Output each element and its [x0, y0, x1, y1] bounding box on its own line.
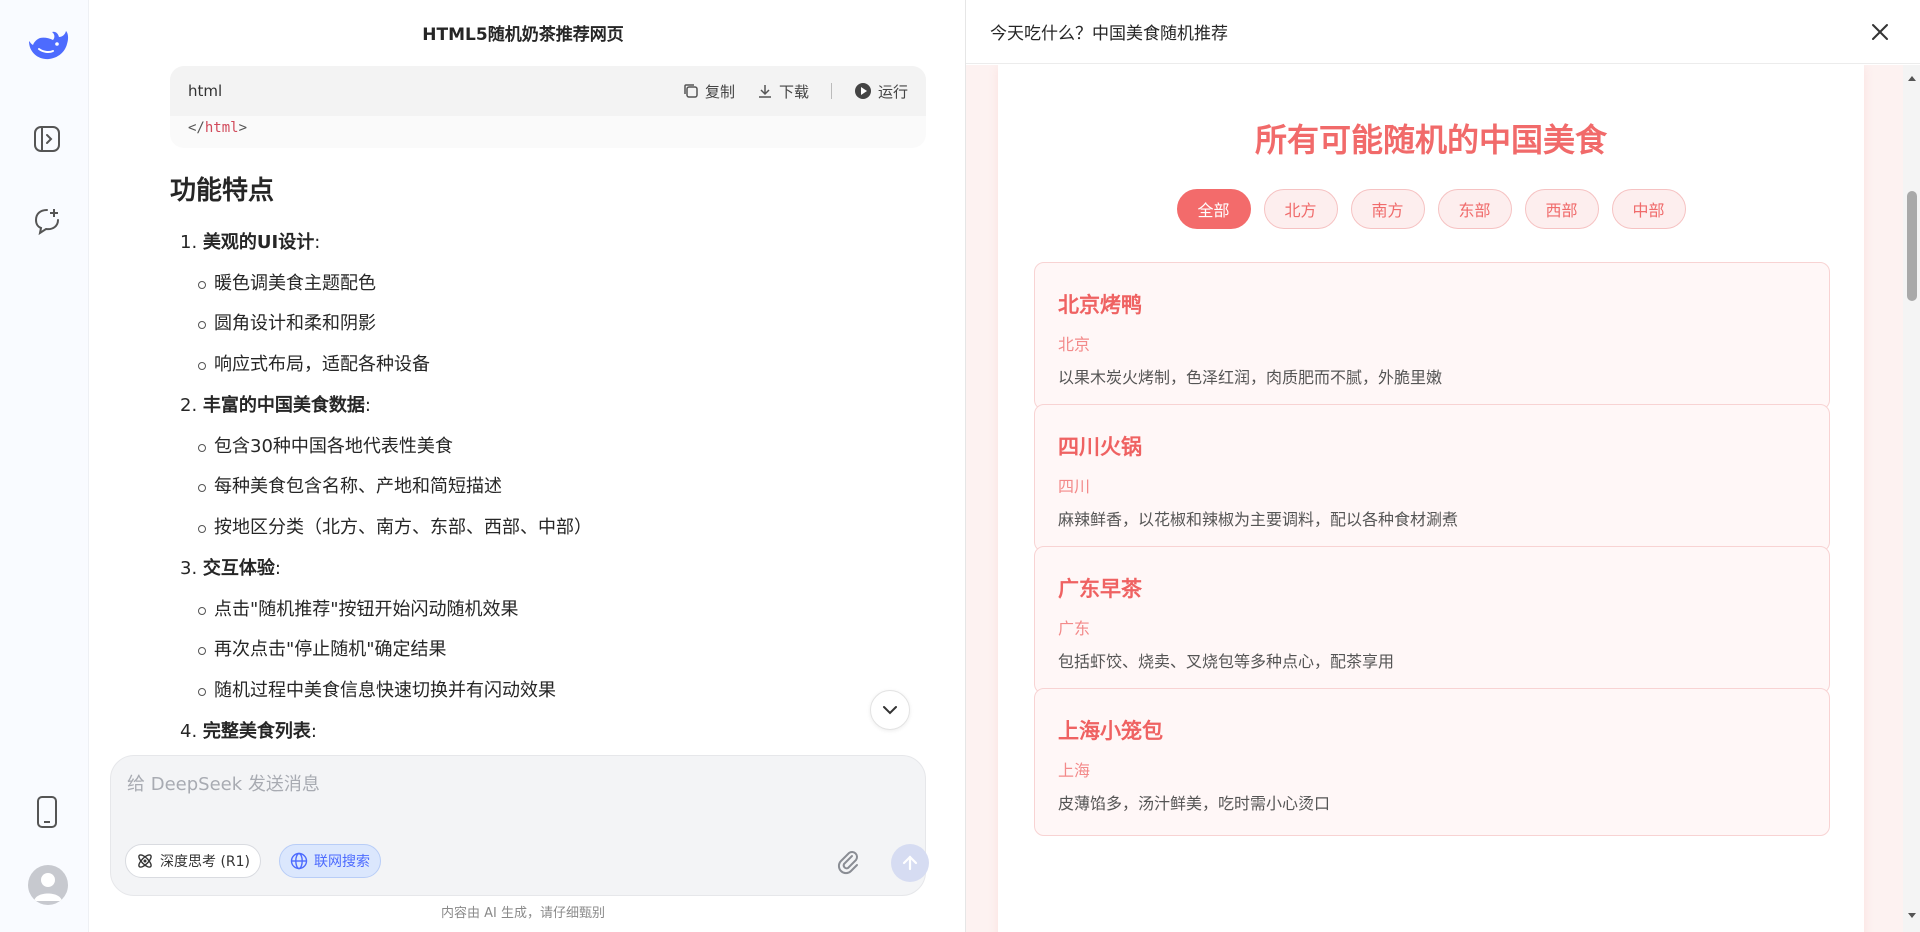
food-card: 北京烤鸭北京以果木炭火烤制，色泽红润，肉质肥而不腻，外脆里嫩 [1034, 262, 1830, 410]
atom-icon [138, 854, 152, 868]
code-tag-token: html [204, 120, 239, 136]
feature-title: 美观的UI设计 [202, 232, 315, 253]
food-description: 包括虾饺、烧卖、叉烧包等多种点心，配茶享用 [1058, 652, 1395, 671]
feature-colon: : [310, 720, 317, 742]
section-heading: 功能特点 [170, 176, 275, 206]
copy-button[interactable]: 复制 [683, 81, 735, 102]
copy-label: 复制 [704, 82, 735, 101]
left-rail [0, 0, 89, 932]
feature-number: 1. [180, 232, 198, 253]
feature-point: 包含30种中国各地代表性美食 [170, 427, 930, 468]
food-description: 皮薄馅多，汤汁鲜美，吃时需小心烫口 [1058, 794, 1331, 813]
code-block-header: html 复制 下载 运行 [170, 66, 926, 116]
code-block: html 复制 下载 运行 </html> [170, 66, 926, 148]
copy-icon [684, 84, 698, 98]
food-origin: 广东 [1058, 619, 1091, 638]
new-chat-icon[interactable] [30, 204, 64, 238]
code-token: </ [188, 120, 205, 136]
filter-button[interactable]: 南方 [1350, 189, 1425, 229]
preview-scrollbar[interactable] [1903, 65, 1920, 932]
food-name: 广东早茶 [1058, 577, 1142, 601]
food-origin: 北京 [1058, 335, 1091, 354]
chat-title: HTML5随机奶茶推荐网页 [422, 25, 624, 45]
feature-colon: : [274, 557, 281, 579]
food-card: 广东早茶广东包括虾饺、烧卖、叉烧包等多种点心，配茶享用 [1034, 546, 1830, 694]
feature-number: 4. [180, 720, 198, 742]
feature-point: 响应式布局，适配各种设备 [170, 345, 930, 386]
deepseek-logo-icon[interactable] [25, 27, 71, 63]
food-description: 麻辣鲜香，以花椒和辣椒为主要调料，配以各种食材涮煮 [1058, 510, 1459, 529]
food-description: 以果木炭火烤制，色泽红润，肉质肥而不腻，外脆里嫩 [1058, 368, 1443, 387]
code-token: > [238, 120, 248, 136]
filter-button[interactable]: 全部 [1176, 189, 1251, 229]
filter-button[interactable]: 西部 [1524, 189, 1599, 229]
feature-colon: : [364, 394, 371, 416]
close-icon[interactable] [1860, 12, 1900, 52]
food-name: 北京烤鸭 [1058, 293, 1142, 317]
message-input[interactable] [127, 770, 907, 820]
feature-title: 完整美食列表 [202, 720, 311, 742]
feature-item: 2. 丰富的中国美食数据: [170, 386, 930, 427]
message-content: 功能特点 1. 美观的UI设计: 暖色调美食主题配色 圆角设计和柔和阴影 响应式布局，… [170, 170, 930, 753]
feature-point: 按地区分类（北方、南方、东部、西部、中部） [170, 508, 930, 549]
sidebar-toggle-icon[interactable] [30, 122, 64, 156]
food-list-card: 所有可能随机的中国美食 全部 北方 南方 东部 西部 中部 北京烤鸭北京以果木炭火烤制，色… [998, 65, 1864, 932]
food-origin: 四川 [1058, 477, 1091, 496]
globe-icon [290, 852, 308, 870]
code-content: </html> [170, 116, 926, 140]
deep-think-toggle[interactable]: 深度思考 (R1) [125, 844, 262, 878]
chat-pane: HTML5随机奶茶推荐网页 html 复制 下载 运行 </html> 功能特点… [90, 0, 1043, 932]
run-label: 运行 [877, 82, 908, 101]
feature-list: 1. 美观的UI设计: 暖色调美食主题配色 圆角设计和柔和阴影 响应式布局，适配各种设… [170, 223, 930, 753]
send-button[interactable] [891, 844, 929, 882]
feature-point: 点击"随机推荐"按钮开始闪动随机效果 [170, 590, 930, 631]
scroll-to-bottom-button[interactable] [870, 690, 910, 730]
paperclip-icon[interactable] [835, 848, 861, 876]
food-origin: 上海 [1058, 761, 1091, 780]
feature-number: 2. [180, 394, 198, 416]
feature-point: 暖色调美食主题配色 [170, 264, 930, 305]
region-filters: 全部 北方 南方 东部 西部 中部 [998, 189, 1864, 229]
deep-think-label: 深度思考 (R1) [160, 854, 251, 870]
feature-point: 再次点击"停止随机"确定结果 [170, 630, 930, 671]
arrow-up-icon [902, 855, 918, 871]
feature-title: 交互体验 [202, 557, 275, 579]
message-composer: 深度思考 (R1) 联网搜索 [110, 755, 929, 896]
feature-number: 3. [180, 557, 198, 579]
download-button[interactable]: 下载 [757, 81, 809, 102]
preview-header: 今天吃什么？中国美食随机推荐 [966, 0, 1920, 64]
preview-panel: 今天吃什么？中国美食随机推荐 所有可能随机的中国美食 全部 北方 南方 东部 西部 中部 … [965, 0, 1920, 932]
download-label: 下载 [778, 82, 809, 101]
feature-point: 每种美食包含名称、产地和简短描述 [170, 467, 930, 508]
food-card: 四川火锅四川麻辣鲜香，以花椒和辣椒为主要调料，配以各种食材涮煮 [1034, 404, 1830, 552]
filter-button[interactable]: 东部 [1437, 189, 1512, 229]
feature-point: 圆角设计和柔和阴影 [170, 304, 930, 345]
food-name: 上海小笼包 [1058, 719, 1163, 743]
feature-point: 随机过程中美食信息快速切换并有闪动效果 [170, 671, 930, 712]
ai-disclaimer: 内容由 AI 生成，请仔细甄别 [441, 906, 605, 921]
feature-colon: : [314, 232, 321, 253]
preview-title: 今天吃什么？中国美食随机推荐 [990, 24, 1228, 44]
play-icon [854, 83, 871, 99]
run-button[interactable]: 运行 [854, 81, 908, 102]
feature-item: 3. 交互体验: [170, 549, 930, 590]
divider [830, 83, 832, 99]
feature-item: 1. 美观的UI设计: [170, 223, 930, 264]
web-search-toggle[interactable]: 联网搜索 [279, 844, 381, 878]
mobile-app-icon[interactable] [30, 795, 64, 829]
filter-button[interactable]: 北方 [1263, 189, 1338, 229]
feature-title: 丰富的中国美食数据 [202, 394, 365, 416]
chevron-down-icon [883, 706, 897, 715]
code-language-label: html [188, 82, 223, 100]
scrollbar-thumb[interactable] [1907, 191, 1917, 301]
filter-button[interactable]: 中部 [1611, 189, 1686, 229]
preview-viewport: 所有可能随机的中国美食 全部 北方 南方 东部 西部 中部 北京烤鸭北京以果木炭火烤制，色… [966, 65, 1903, 932]
food-card: 上海小笼包上海皮薄馅多，汤汁鲜美，吃时需小心烫口 [1034, 688, 1830, 836]
user-avatar[interactable] [28, 865, 68, 905]
food-list-heading: 所有可能随机的中国美食 [1254, 121, 1607, 159]
feature-item: 4. 完整美食列表: [170, 712, 930, 753]
food-name: 四川火锅 [1058, 435, 1142, 459]
download-icon [758, 85, 771, 98]
web-search-label: 联网搜索 [314, 854, 370, 870]
